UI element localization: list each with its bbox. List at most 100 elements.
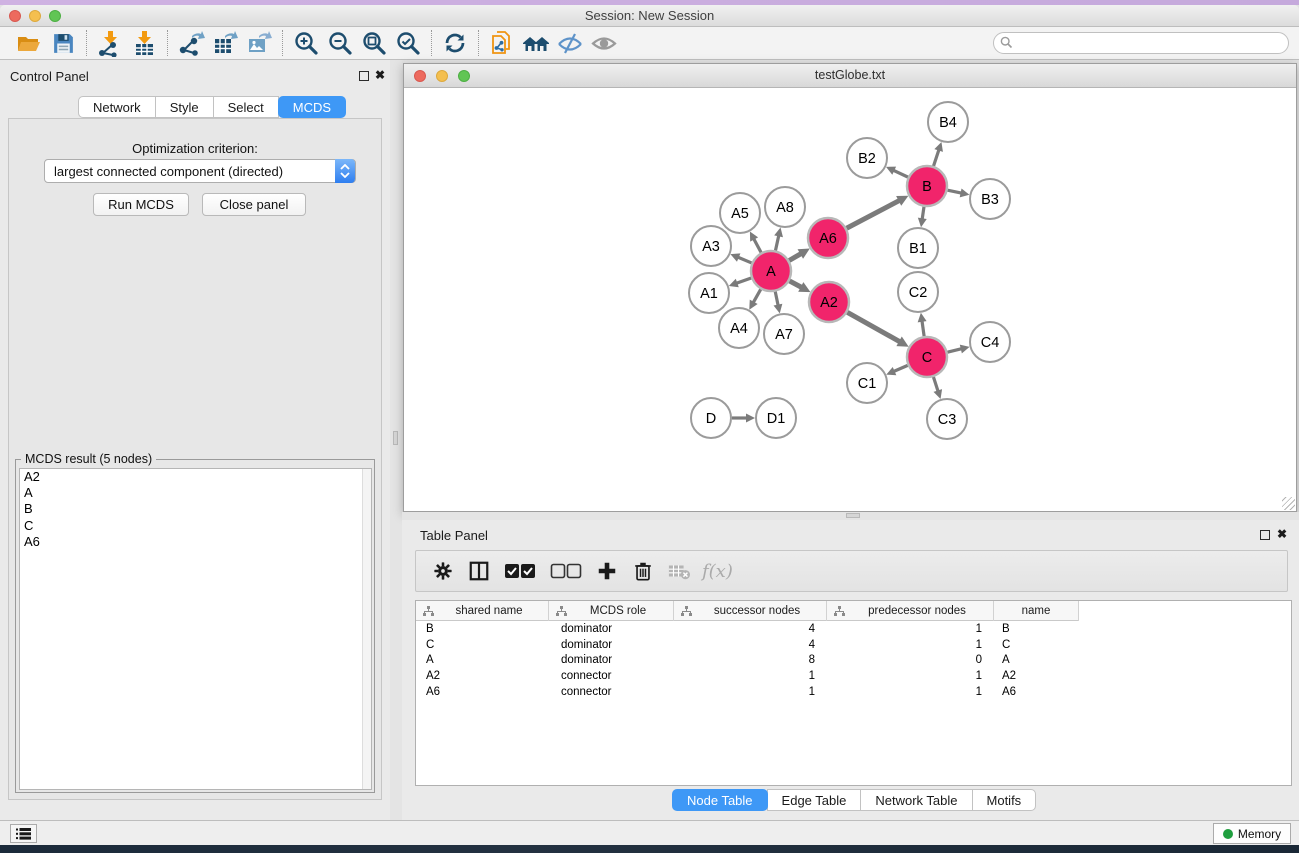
result-scrollbar[interactable] [362,469,371,789]
table-settings-icon[interactable] [428,556,458,586]
add-column-icon[interactable] [592,556,622,586]
export-table-icon[interactable] [208,29,242,57]
graph-edge[interactable] [775,292,778,307]
result-item[interactable]: A2 [20,469,371,485]
column-header-successor-nodes[interactable]: successor nodes [674,601,827,621]
network-window-titlebar[interactable]: testGlobe.txt [404,64,1296,88]
tab-node-table[interactable]: Node Table [672,789,768,811]
horizontal-split-divider[interactable] [402,512,1299,520]
graph-edge[interactable] [893,365,908,372]
column-header-name[interactable]: name [994,601,1079,621]
save-session-icon[interactable] [46,29,80,57]
criterion-select[interactable]: largest connected component (directed) [44,159,356,183]
table-row[interactable]: A2connector11A2 [416,669,1291,685]
network-canvas[interactable]: B4B2BB3A8A5A6A3B1AA1C2A2A4A7C4CC1C3DD1 [404,88,1296,511]
graph-edge[interactable] [892,170,908,177]
result-item[interactable]: A [20,485,371,501]
tab-style[interactable]: Style [155,96,214,118]
tab-select[interactable]: Select [213,96,279,118]
task-history-button[interactable] [10,824,37,843]
open-session-icon[interactable] [12,29,46,57]
divider-handle[interactable] [393,431,398,445]
deselect-all-columns-icon[interactable] [546,556,586,586]
delete-table-icon[interactable] [664,556,694,586]
table-row[interactable]: Bdominator41B [416,622,1291,638]
result-item[interactable]: C [20,518,371,534]
table-cell: B [994,622,1079,638]
table-cell: connector [549,685,674,701]
zoom-out-icon[interactable] [323,29,357,57]
result-item[interactable]: A6 [20,534,371,550]
graph-edge[interactable] [789,253,802,260]
delete-column-icon[interactable] [628,556,658,586]
memory-button[interactable]: Memory [1213,823,1291,844]
table-cell: 1 [674,669,827,685]
graph-edge[interactable] [947,348,962,352]
graph-edge[interactable] [753,238,761,253]
home-view-icon[interactable] [519,29,553,57]
zoom-fit-icon[interactable] [357,29,391,57]
run-mcds-button[interactable]: Run MCDS [93,193,189,216]
tab-edge-table[interactable]: Edge Table [767,789,862,811]
table-row[interactable]: A6connector11A6 [416,685,1291,701]
vertical-split-divider[interactable] [390,60,402,820]
float-panel-icon[interactable] [1260,530,1270,540]
table-cell: 1 [674,685,827,701]
desktop-wallpaper-bottom [0,845,1299,853]
column-header-predecessor-nodes[interactable]: predecessor nodes [827,601,994,621]
table-cell: connector [549,669,674,685]
tab-network-table[interactable]: Network Table [860,789,972,811]
export-network-icon[interactable] [174,29,208,57]
graph-edge[interactable] [775,234,779,250]
refresh-layout-icon[interactable] [438,29,472,57]
resize-grip[interactable] [1282,497,1295,510]
mcds-result-title: MCDS result (5 nodes) [21,452,156,466]
graph-edge[interactable] [922,320,924,336]
table-row[interactable]: Adominator80A [416,653,1291,669]
combo-stepper-icon[interactable] [335,159,355,183]
graph-edge[interactable] [847,200,901,228]
graph-edge[interactable] [790,281,803,288]
export-image-icon[interactable] [242,29,276,57]
show-graphics-details-icon[interactable] [587,29,621,57]
graph-edge[interactable] [847,312,901,342]
table-cell: A2 [416,669,549,685]
import-network-icon[interactable] [93,29,127,57]
graph-edge[interactable] [753,289,761,303]
memory-status-icon [1223,829,1233,839]
close-panel-button[interactable]: Close panel [202,193,306,216]
graph-edge[interactable] [737,257,752,263]
graph-edge[interactable] [922,207,924,221]
import-table-icon[interactable] [127,29,161,57]
clone-network-icon[interactable] [485,29,519,57]
network-view-window[interactable]: testGlobe.txt B4B2BB3A8A5A6A3B1AA1C2A2A4… [403,63,1297,512]
graph-edge[interactable] [934,149,940,166]
column-header-shared-name[interactable]: shared name [416,601,549,621]
tab-mcds[interactable]: MCDS [278,96,346,118]
node-label: A8 [776,200,794,216]
close-panel-icon[interactable]: ✖ [1277,527,1287,541]
divider-handle[interactable] [846,513,860,518]
float-panel-icon[interactable] [359,71,369,81]
tab-network[interactable]: Network [78,96,156,118]
node-label: A2 [820,295,838,311]
node-table: shared nameMCDS rolesuccessor nodesprede… [415,600,1292,786]
function-builder-icon[interactable]: f(x) [702,561,733,582]
zoom-in-icon[interactable] [289,29,323,57]
column-header-MCDS-role[interactable]: MCDS role [549,601,674,621]
edge-arrowhead-icon [746,414,755,423]
app-titlebar[interactable]: Session: New Session [0,5,1299,27]
zoom-selected-icon[interactable] [391,29,425,57]
tab-motifs[interactable]: Motifs [972,789,1037,811]
mcds-result-list[interactable]: A2ABCA6 [19,468,372,790]
table-row[interactable]: Cdominator41C [416,638,1291,654]
close-panel-icon[interactable]: ✖ [375,68,385,82]
hide-graphics-details-icon[interactable] [553,29,587,57]
select-all-columns-icon[interactable] [500,556,540,586]
graph-edge[interactable] [948,190,963,193]
show-columns-icon[interactable] [464,556,494,586]
search-input[interactable] [993,32,1289,54]
graph-edge[interactable] [933,377,938,392]
result-item[interactable]: B [20,501,371,517]
graph-edge[interactable] [735,278,751,284]
